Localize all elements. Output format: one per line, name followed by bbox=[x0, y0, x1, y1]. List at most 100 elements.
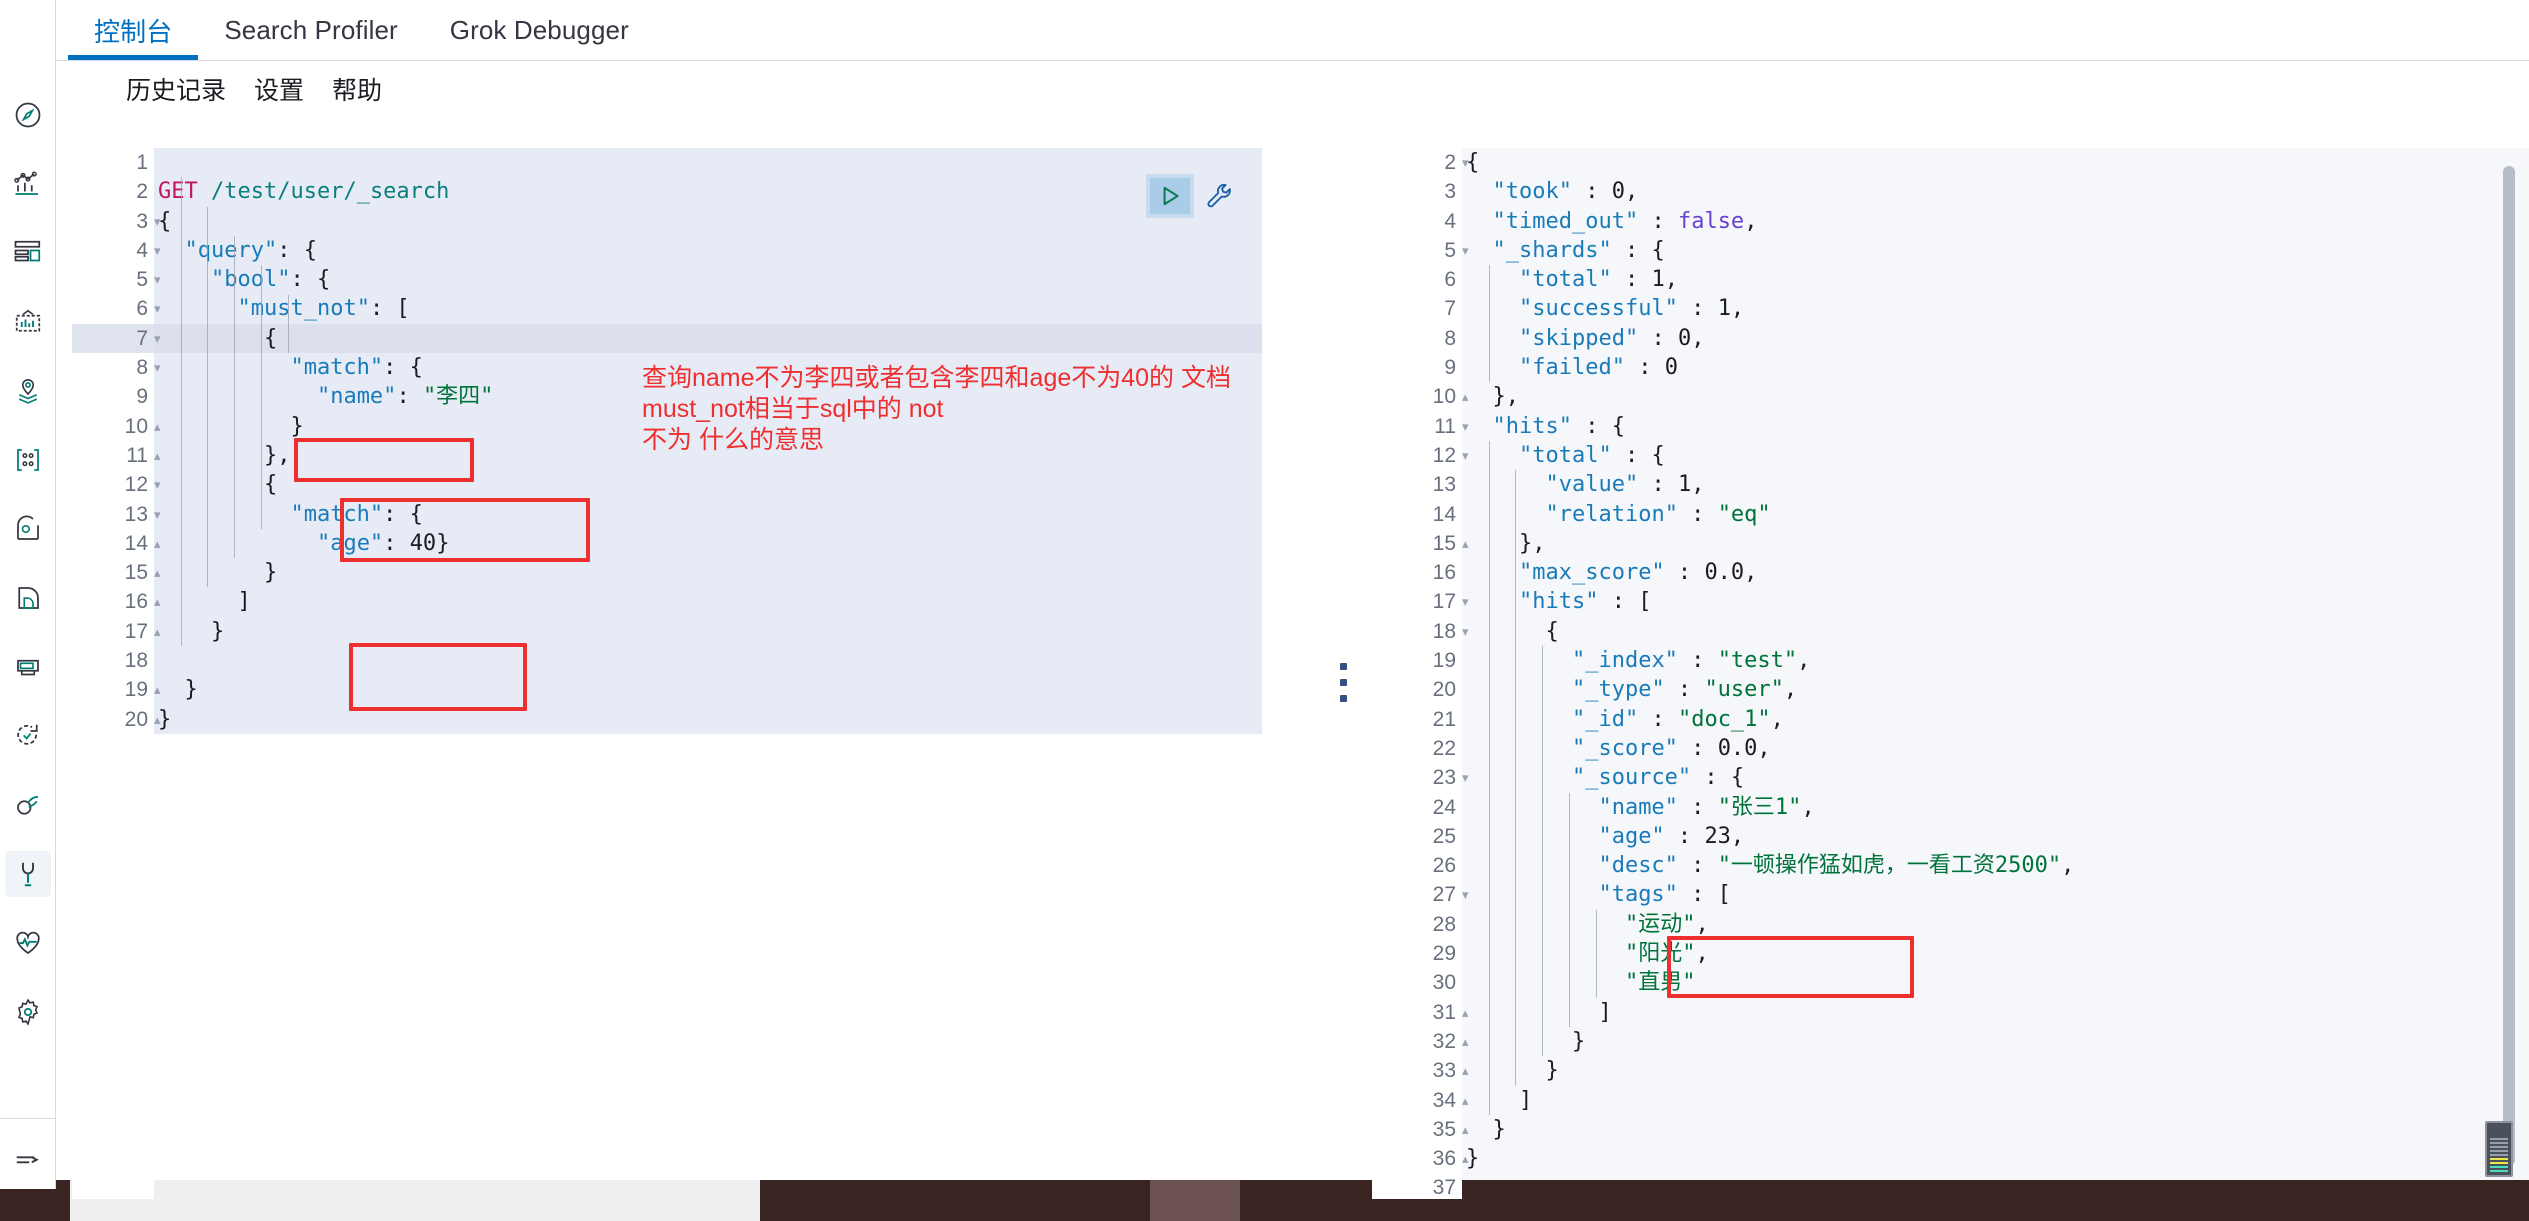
request-code-area[interactable]: GET /test/user/_search{ "query": { "bool… bbox=[154, 148, 1262, 1199]
fold-close-icon[interactable]: ▴ bbox=[1462, 1027, 1476, 1056]
fold-open-icon[interactable]: ▾ bbox=[1462, 412, 1476, 441]
code-line: "desc" : "一顿操作猛如虎，一看工资2500", bbox=[1462, 851, 2529, 880]
response-code-area: { "took" : 0, "timed_out" : false, "_sha… bbox=[1462, 148, 2529, 1199]
send-request-button[interactable] bbox=[1146, 174, 1194, 218]
fold-close-icon[interactable]: ▴ bbox=[1462, 998, 1476, 1027]
response-editor-pane[interactable]: 2 ▾ 3 4 5 ▾ 6 7 8 9 10 ▴ 11 ▾ 12 ▾ 13 14 15 ▴ 16 17 ▾ 18 ▾ 19 20 21… bbox=[1372, 148, 2529, 1199]
fold-open-icon[interactable]: ▾ bbox=[1462, 763, 1476, 792]
fold-close-icon[interactable]: ▴ bbox=[1462, 529, 1476, 558]
gutter-line: 29 bbox=[1432, 942, 1456, 966]
code-line: } bbox=[154, 558, 1262, 587]
menu-item-help[interactable]: 帮助 bbox=[332, 71, 382, 107]
token-key: "total" bbox=[1518, 442, 1612, 468]
fold-close-icon[interactable]: ▴ bbox=[154, 587, 168, 616]
fold-open-icon[interactable]: ▾ bbox=[1462, 587, 1476, 616]
fold-open-icon[interactable]: ▾ bbox=[154, 294, 168, 323]
collapse-nav-button[interactable] bbox=[0, 1146, 55, 1181]
fold-open-icon[interactable]: ▾ bbox=[1462, 236, 1476, 265]
sidebar-item-monitoring[interactable] bbox=[5, 920, 51, 966]
fold-close-icon[interactable]: ▴ bbox=[154, 558, 168, 587]
token-num: 23, bbox=[1704, 823, 1745, 849]
note-line-3: 不为 什么的意思 bbox=[642, 426, 824, 454]
token-key: "_id" bbox=[1571, 706, 1639, 732]
token-key: "name" bbox=[1598, 794, 1678, 820]
fold-open-icon[interactable]: ▾ bbox=[154, 500, 168, 529]
request-gutter[interactable]: 1 2 3 ▾ 4 ▾ 5 ▾ 6 ▾ 7 ▾ 8 ▾ 9 10 ▴ 11 ▴ 12 ▾ 13 ▾ 14 ▴ 15 ▴ 16 ▴ 17 ▴ 1… bbox=[72, 148, 161, 1199]
logs-icon bbox=[13, 583, 43, 613]
fold-open-icon[interactable]: ▾ bbox=[1462, 148, 1476, 177]
gutter-line: 13 ▾ bbox=[72, 500, 161, 529]
token-key: "hits" bbox=[1492, 413, 1572, 439]
gutter-line: 13 bbox=[1432, 473, 1456, 497]
console-panes: 1 2 3 ▾ 4 ▾ 5 ▾ 6 ▾ 7 ▾ 8 ▾ 9 10 ▴ 11 ▴ 12 ▾ 13 ▾ 14 ▴ 15 ▴ 16 ▴ 17 ▴ 1… bbox=[72, 148, 2529, 1199]
token-punc: ] bbox=[1518, 1087, 1533, 1113]
fold-open-icon[interactable]: ▾ bbox=[154, 207, 168, 236]
fold-close-icon[interactable]: ▴ bbox=[154, 617, 168, 646]
taskbar-window[interactable] bbox=[70, 1180, 760, 1221]
code-line: ] bbox=[1462, 998, 2529, 1027]
gutter-line: 16 ▴ bbox=[72, 587, 161, 616]
sidebar-item-logs[interactable] bbox=[5, 575, 51, 621]
sidebar-item-dev-tools[interactable] bbox=[4, 851, 51, 897]
code-line: "_id" : "doc_1", bbox=[1462, 705, 2529, 734]
token-punc: , bbox=[1797, 648, 1811, 674]
sidebar-item-infrastructure[interactable] bbox=[5, 506, 51, 552]
fold-close-icon[interactable]: ▴ bbox=[154, 412, 168, 441]
dev-tools-tabbar: 控制台 Search Profiler Grok Debugger bbox=[56, 0, 2529, 61]
token-key: "age" bbox=[316, 530, 384, 556]
request-options-button[interactable] bbox=[1200, 176, 1240, 216]
fold-close-icon[interactable]: ▴ bbox=[154, 675, 168, 704]
indent-guide bbox=[1515, 470, 1516, 1086]
fold-close-icon[interactable]: ▴ bbox=[1462, 1056, 1476, 1085]
taskbar-window[interactable] bbox=[1150, 1180, 1240, 1221]
editor-empty-space[interactable] bbox=[154, 734, 1262, 1199]
tab-console[interactable]: 控制台 bbox=[68, 0, 198, 60]
token-num: 0.0, bbox=[1704, 560, 1758, 586]
fold-close-icon[interactable]: ▴ bbox=[154, 529, 168, 558]
menu-item-settings[interactable]: 设置 bbox=[254, 71, 304, 107]
arrow-right-icon bbox=[13, 1146, 43, 1181]
fold-open-icon[interactable]: ▾ bbox=[154, 470, 168, 499]
request-editor-pane[interactable]: 1 2 3 ▾ 4 ▾ 5 ▾ 6 ▾ 7 ▾ 8 ▾ 9 10 ▴ 11 ▴ 12 ▾ 13 ▾ 14 ▴ 15 ▴ 16 ▴ 17 ▴ 1… bbox=[72, 148, 1262, 1199]
fold-close-icon[interactable]: ▴ bbox=[1462, 382, 1476, 411]
menu-item-history[interactable]: 历史记录 bbox=[126, 71, 226, 107]
machine-learning-icon bbox=[13, 445, 43, 475]
fold-open-icon[interactable]: ▾ bbox=[154, 353, 168, 382]
sidebar-item-uptime[interactable] bbox=[5, 713, 51, 759]
fold-close-icon[interactable]: ▴ bbox=[1462, 1115, 1476, 1144]
token-key: "failed" bbox=[1518, 355, 1625, 381]
sidebar-item-discover[interactable] bbox=[5, 92, 51, 138]
tab-grok-debugger[interactable]: Grok Debugger bbox=[424, 0, 655, 60]
fold-open-icon[interactable]: ▾ bbox=[154, 236, 168, 265]
sidebar-item-siem[interactable] bbox=[5, 782, 51, 828]
sidebar-item-management[interactable] bbox=[5, 989, 51, 1035]
token-punc: : { bbox=[1611, 442, 1665, 468]
heartbeat-icon bbox=[13, 928, 43, 958]
fold-close-icon[interactable]: ▴ bbox=[154, 705, 168, 734]
fold-open-icon[interactable]: ▾ bbox=[154, 324, 168, 353]
fold-open-icon[interactable]: ▾ bbox=[1462, 441, 1476, 470]
fold-close-icon[interactable]: ▴ bbox=[1462, 1144, 1476, 1173]
gutter-line: 21 bbox=[1432, 707, 1456, 731]
sidebar-item-dashboard[interactable] bbox=[5, 230, 51, 276]
pane-resize-handle[interactable] bbox=[1340, 663, 1347, 702]
sidebar-item-canvas[interactable] bbox=[5, 299, 51, 345]
os-taskbar[interactable] bbox=[0, 1180, 2529, 1221]
fold-close-icon[interactable]: ▴ bbox=[154, 441, 168, 470]
sidebar-item-visualize[interactable] bbox=[5, 161, 51, 207]
response-scrollbar-thumb[interactable] bbox=[2503, 166, 2515, 1166]
sidebar-item-machine-learning[interactable] bbox=[5, 437, 51, 483]
fold-open-icon[interactable]: ▾ bbox=[1462, 880, 1476, 909]
fold-open-icon[interactable]: ▾ bbox=[1462, 617, 1476, 646]
sidebar-item-apm[interactable] bbox=[5, 644, 51, 690]
sidebar-item-maps[interactable] bbox=[5, 368, 51, 414]
fold-open-icon[interactable]: ▾ bbox=[154, 265, 168, 294]
code-line: "skipped" : 0, bbox=[1462, 324, 2529, 353]
tab-search-profiler[interactable]: Search Profiler bbox=[198, 0, 423, 60]
gutter-line: 8 ▾ bbox=[72, 353, 160, 382]
fold-close-icon[interactable]: ▴ bbox=[1462, 1086, 1476, 1115]
